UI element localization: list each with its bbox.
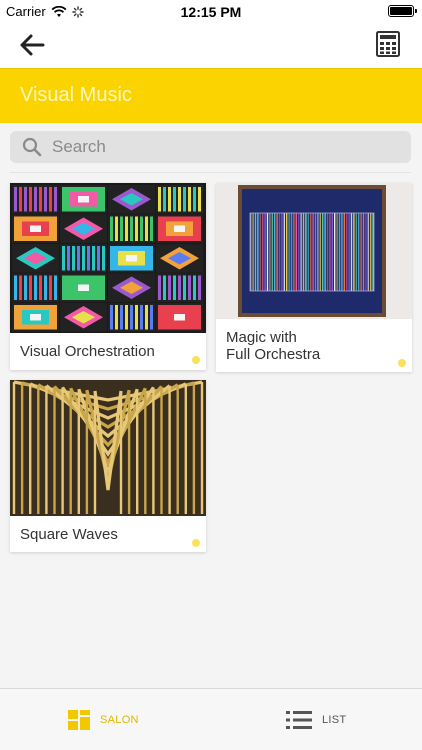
artwork-card-square-waves[interactable]: Square Waves (10, 380, 206, 552)
calculator-icon (376, 31, 400, 57)
tab-list[interactable]: LIST (286, 689, 346, 750)
battery-icon (388, 5, 417, 17)
artwork-image (216, 183, 412, 319)
calculator-button[interactable] (376, 31, 400, 57)
status-dot (192, 539, 200, 547)
status-dot (398, 359, 406, 367)
divider (10, 172, 411, 173)
title-banner: Visual Music (0, 68, 422, 123)
search-input[interactable] (52, 131, 402, 163)
list-icon (286, 711, 312, 729)
status-dot (192, 356, 200, 364)
bottom-tab-bar: SALON LIST (0, 688, 422, 750)
arrow-left-icon (20, 34, 45, 56)
artwork-title: Visual Orchestration (20, 343, 155, 360)
artwork-title: Square Waves (20, 526, 118, 543)
back-button[interactable] (18, 32, 48, 58)
artwork-title: Magic with Full Orchestra (226, 329, 321, 363)
search-icon (22, 137, 42, 157)
artwork-image (10, 380, 206, 516)
page-title: Visual Music (20, 84, 132, 106)
search-bar[interactable] (10, 131, 411, 163)
navigation-bar (0, 22, 422, 68)
artwork-card-magic-with-full-orchestra[interactable]: Magic with Full Orchestra (216, 183, 412, 372)
grid-icon (68, 710, 90, 730)
status-time: 12:15 PM (180, 4, 242, 20)
status-bar: Carrier 12:15 PM (0, 0, 422, 22)
tab-label: SALON (100, 714, 139, 726)
tab-label: LIST (322, 714, 347, 726)
artwork-card-visual-orchestration[interactable]: Visual Orchestration (10, 183, 206, 370)
tab-salon[interactable]: SALON (68, 689, 139, 750)
artwork-image (10, 183, 206, 333)
